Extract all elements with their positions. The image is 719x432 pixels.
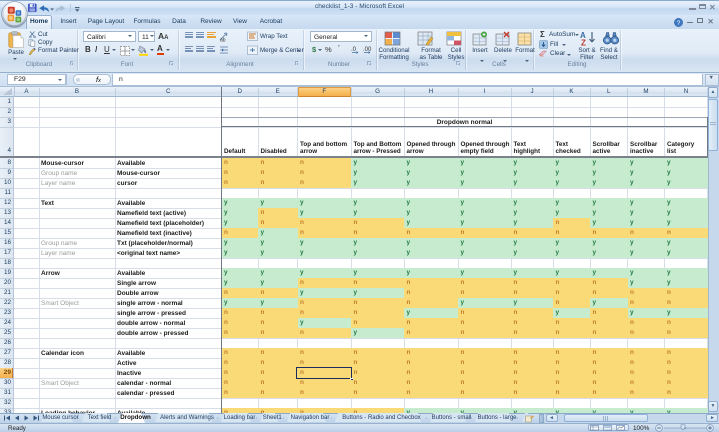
svg-text:Z: Z	[581, 38, 586, 46]
svg-text:?: ?	[677, 19, 681, 26]
svg-text:ab: ab	[220, 37, 226, 42]
svg-text:.0: .0	[351, 47, 357, 53]
